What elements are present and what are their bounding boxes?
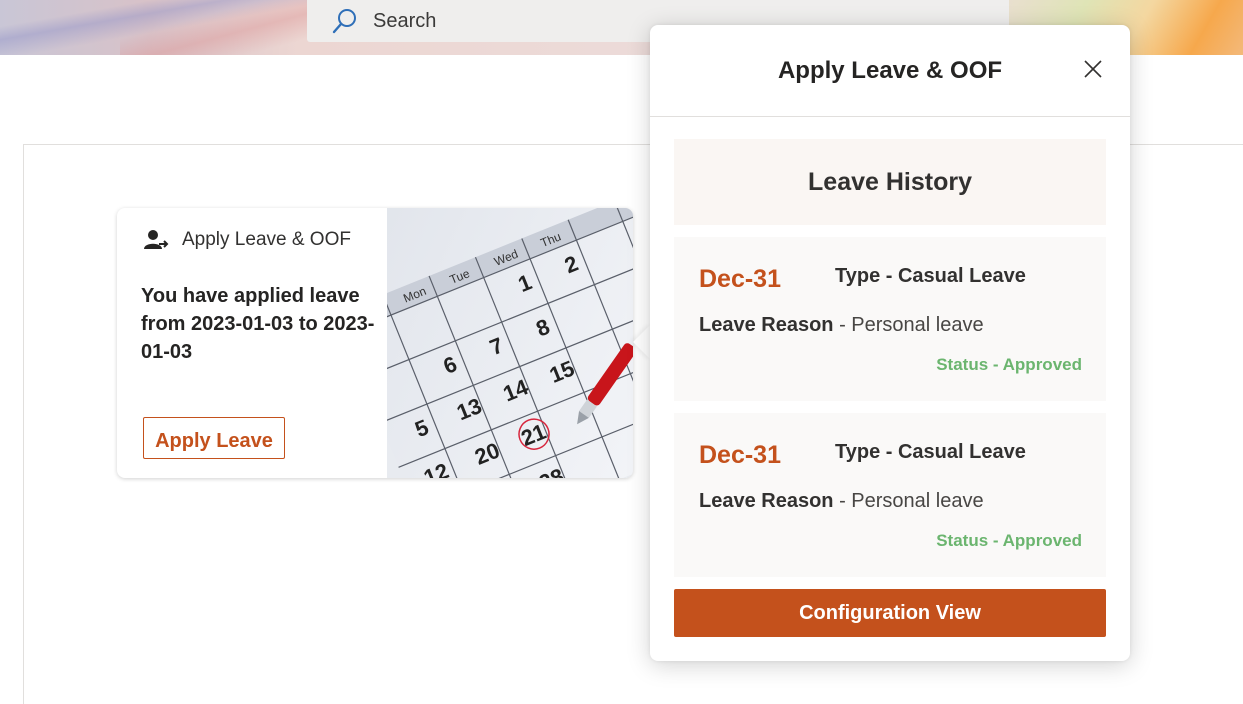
calendar-image: SunMonTue WedThu 12 678 5131415 122021 1… <box>306 208 633 478</box>
leave-type: Type - Casual Leave <box>835 441 1026 463</box>
leave-entry: Dec-31 Type - Casual Leave Leave Reason … <box>674 413 1106 577</box>
leave-status: Status - Approved <box>936 355 1082 374</box>
leave-reason-value: - Personal leave <box>833 490 984 512</box>
leave-entry: Dec-31 Type - Casual Leave Leave Reason … <box>674 237 1106 401</box>
close-icon[interactable] <box>1082 58 1104 80</box>
leave-reason: Leave Reason - Personal leave <box>699 314 984 337</box>
user-leave-icon <box>143 228 169 252</box>
leave-reason-value: - Personal leave <box>833 314 984 336</box>
leave-popup: Apply Leave & OOF Leave History Dec-31 T… <box>650 25 1130 661</box>
search-input[interactable]: Search <box>373 10 436 33</box>
card-message: You have applied leave from 2023-01-03 t… <box>141 285 375 363</box>
leave-reason: Leave Reason - Personal leave <box>699 490 984 513</box>
leave-reason-label: Leave Reason <box>699 314 834 336</box>
leave-status: Status - Approved <box>936 531 1082 550</box>
leave-date: Dec-31 <box>699 441 781 469</box>
leave-reason-label: Leave Reason <box>699 490 834 512</box>
divider <box>650 116 1130 117</box>
popup-title: Apply Leave & OOF <box>777 57 1003 84</box>
configuration-view-button[interactable]: Configuration View <box>674 589 1106 637</box>
apply-leave-button[interactable]: Apply Leave <box>143 417 285 459</box>
leave-type: Type - Casual Leave <box>835 265 1026 287</box>
card-title: Apply Leave & OOF <box>182 229 351 250</box>
leave-date: Dec-31 <box>699 265 781 293</box>
card-header: Apply Leave & OOF <box>143 228 351 252</box>
leave-history-header: Leave History <box>674 139 1106 225</box>
search-icon <box>331 7 359 35</box>
leave-card: Apply Leave & OOF You have applied leave… <box>117 208 633 478</box>
